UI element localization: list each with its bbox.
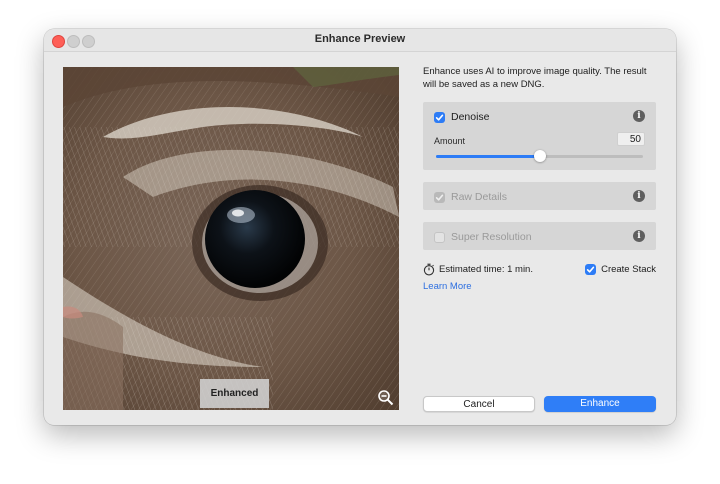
cancel-button[interactable]: Cancel: [423, 396, 535, 412]
denoise-checkbox[interactable]: [434, 111, 445, 123]
amount-slider-thumb[interactable]: [533, 150, 546, 162]
enhance-preview-window: Enhance Preview Enhanced Enhance uses AI…: [44, 29, 676, 425]
super-resolution-panel: Super Resolution i: [423, 222, 656, 250]
bird-eye-photo: [63, 67, 399, 410]
amount-slider[interactable]: [436, 150, 643, 162]
raw-details-label: Raw Details: [451, 191, 508, 203]
checkmark-icon: [435, 194, 444, 201]
title-bar: Enhance Preview: [44, 29, 676, 52]
estimated-time: Estimated time: 1 min.: [423, 262, 533, 276]
denoise-panel: Denoise i Amount 50: [423, 102, 656, 170]
raw-details-info-icon[interactable]: i: [633, 190, 645, 202]
stopwatch-icon: [423, 263, 435, 275]
amount-value-field[interactable]: 50: [617, 132, 645, 146]
estimated-time-text: Estimated time: 1 min.: [439, 263, 533, 275]
super-resolution-checkbox-row[interactable]: Super Resolution: [434, 230, 532, 244]
enhanced-overlay-label[interactable]: Enhanced: [200, 379, 269, 408]
checkmark-icon: [435, 114, 444, 121]
window-title: Enhance Preview: [314, 33, 406, 45]
raw-details-checkbox[interactable]: [434, 191, 445, 203]
create-stack-label: Create Stack: [601, 263, 656, 275]
zoom-out-icon[interactable]: [377, 389, 395, 407]
enhance-description: Enhance uses AI to improve image quality…: [423, 66, 647, 90]
denoise-label: Denoise: [451, 111, 490, 123]
enhance-button[interactable]: Enhance: [544, 396, 656, 412]
raw-details-checkbox-row[interactable]: Raw Details: [434, 190, 507, 204]
super-resolution-info-icon[interactable]: i: [633, 230, 645, 242]
raw-details-panel: Raw Details i: [423, 182, 656, 210]
create-stack-checkbox[interactable]: [585, 263, 597, 275]
denoise-info-icon[interactable]: i: [633, 110, 645, 122]
amount-slider-fill: [436, 155, 540, 158]
denoise-checkbox-row[interactable]: Denoise: [434, 110, 490, 124]
super-resolution-label: Super Resolution: [451, 231, 532, 243]
enhance-preview-image[interactable]: Enhanced: [63, 67, 399, 410]
learn-more-link[interactable]: Learn More: [423, 281, 472, 292]
create-stack-checkbox-row[interactable]: Create Stack: [585, 262, 656, 276]
amount-label: Amount: [434, 136, 466, 146]
checkmark-icon: [586, 266, 595, 273]
super-resolution-checkbox[interactable]: [434, 231, 445, 243]
